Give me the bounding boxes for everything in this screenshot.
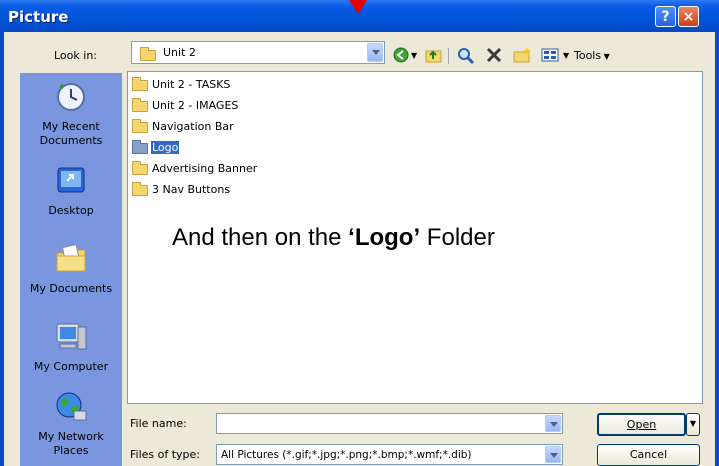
place-label: My Computer — [33, 360, 109, 373]
back-dropdown-icon[interactable]: ▼ — [411, 46, 419, 66]
file-name-label: File name: — [130, 417, 187, 430]
instruction-prefix: And then on the — [172, 224, 349, 251]
instruction-highlight: ‘Logo’ — [348, 224, 421, 251]
place-my-computer[interactable]: My Computer — [20, 321, 122, 374]
help-button[interactable]: ? — [655, 6, 676, 27]
search-web-button[interactable] — [456, 46, 476, 66]
views-button[interactable] — [540, 46, 562, 66]
look-in-combo[interactable]: Unit 2 — [131, 41, 385, 64]
place-my-recent-documents[interactable]: My Recent Documents — [20, 81, 122, 148]
folder-item-unit-2-images[interactable]: Unit 2 - IMAGES — [132, 97, 239, 115]
place-my-documents[interactable]: My Documents — [20, 243, 122, 296]
folder-item-advertising-banner[interactable]: Advertising Banner — [132, 160, 258, 178]
instruction-suffix: Folder — [420, 224, 495, 251]
open-button[interactable]: Open — [597, 413, 686, 436]
instruction-caption: And then on the ‘Logo’ Folder — [172, 224, 495, 252]
place-my-network-places[interactable]: My Network Places — [20, 391, 122, 458]
network-places-icon — [56, 392, 87, 421]
back-button[interactable] — [392, 46, 410, 66]
tools-menu-label: Tools — [574, 49, 602, 62]
cancel-button-label: Cancel — [629, 448, 668, 461]
chevron-down-icon[interactable] — [545, 415, 561, 432]
toolbar-separator — [448, 48, 449, 64]
back-arrow-icon — [393, 47, 409, 63]
window-title: Picture — [8, 8, 69, 26]
file-type-select[interactable]: All Pictures (*.gif;*.jpg;*.png;*.bmp;*.… — [216, 444, 563, 465]
folder-item-navigation-bar[interactable]: Navigation Bar — [132, 118, 235, 136]
chevron-down-icon[interactable] — [367, 43, 383, 62]
delete-icon — [486, 47, 502, 63]
places-bar: My Recent Documents Desktop My Documents… — [20, 73, 122, 466]
folder-item-unit-2-tasks[interactable]: Unit 2 - TASKS — [132, 76, 231, 94]
place-label: My Documents — [29, 282, 113, 295]
place-desktop[interactable]: Desktop — [20, 165, 122, 218]
cancel-button[interactable]: Cancel — [597, 444, 700, 466]
recent-documents-icon — [57, 83, 85, 111]
file-type-value: All Pictures (*.gif;*.jpg;*.png;*.bmp;*.… — [221, 449, 472, 461]
place-label: My Recent Documents — [39, 120, 103, 147]
delete-button[interactable] — [484, 46, 504, 66]
pointer-arrow-icon — [349, 0, 367, 14]
folder-icon — [132, 139, 148, 154]
open-button-label: Open — [626, 418, 657, 431]
folder-item-logo[interactable]: Logo — [132, 139, 180, 157]
file-type-label: Files of type: — [130, 448, 201, 461]
desktop-icon — [57, 167, 85, 193]
new-folder-button[interactable] — [512, 46, 532, 66]
folder-icon — [132, 97, 148, 112]
look-in-label: Look in: — [54, 49, 97, 62]
folder-icon — [132, 160, 148, 175]
place-label: Desktop — [48, 204, 94, 217]
folder-item-3-nav-buttons[interactable]: 3 Nav Buttons — [132, 181, 231, 199]
new-folder-icon — [513, 47, 531, 63]
look-in-value: Unit 2 — [163, 46, 196, 59]
close-button[interactable]: × — [678, 6, 699, 27]
chevron-down-icon: ▼ — [689, 419, 697, 428]
chevron-down-icon[interactable] — [545, 446, 561, 463]
my-computer-icon — [56, 323, 87, 350]
up-folder-button[interactable] — [424, 46, 444, 66]
search-icon — [458, 48, 475, 65]
file-name-input[interactable] — [216, 413, 563, 434]
open-dropdown-button[interactable]: ▼ — [686, 413, 700, 436]
views-icon — [541, 48, 559, 62]
views-dropdown-icon[interactable]: ▼ — [563, 46, 571, 66]
my-documents-icon — [56, 244, 86, 272]
folder-icon — [132, 118, 148, 133]
place-label: My Network Places — [38, 430, 104, 457]
folder-icon — [132, 181, 148, 196]
up-folder-icon — [425, 50, 442, 63]
folder-icon — [140, 46, 156, 61]
tools-menu[interactable]: Tools ▼ — [574, 46, 610, 66]
tools-dropdown-icon: ▼ — [601, 52, 610, 61]
folder-icon — [132, 76, 148, 91]
